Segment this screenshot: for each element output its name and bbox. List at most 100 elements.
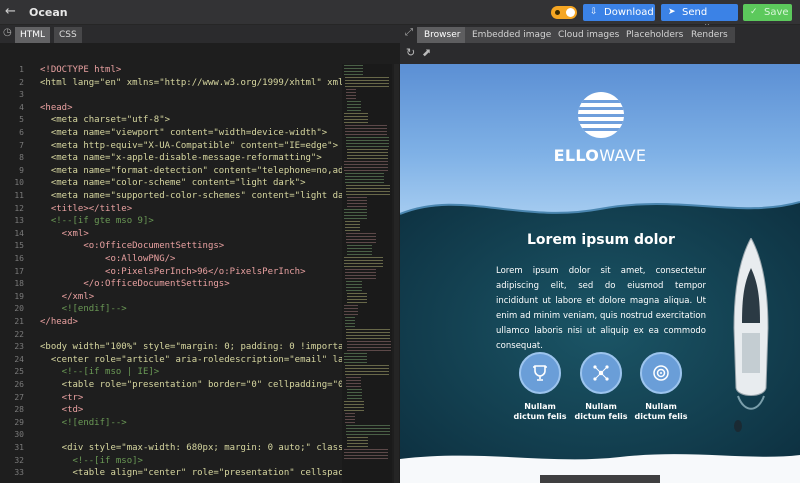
minimap-line: [347, 389, 362, 390]
line-number: 22: [14, 329, 24, 339]
minimap-line: [344, 71, 363, 72]
network-icon: [593, 365, 609, 381]
minimap-line: [345, 272, 376, 273]
minimap-line: [347, 296, 367, 297]
code-line: <table role="presentation" border="0" ce…: [40, 380, 366, 390]
minimap-line: [345, 275, 376, 276]
save-button[interactable]: ✓ Save: [743, 4, 792, 21]
code-line: <o:PixelsPerInch>96</o:PixelsPerInch>: [40, 266, 306, 277]
minimap-line: [347, 254, 372, 255]
code-line: </o:OfficeDocumentSettings>: [40, 279, 230, 290]
minimap-line: [347, 149, 389, 150]
tab-placeholders[interactable]: Placeholders: [619, 27, 691, 43]
tab-renders[interactable]: Renders: [684, 27, 735, 43]
minimap-line: [347, 104, 361, 105]
inspect-icon[interactable]: ⬈: [422, 46, 431, 59]
minimap-line: [346, 338, 390, 339]
minimap-line: [345, 374, 389, 375]
moon-icon: [555, 10, 560, 15]
tab-css[interactable]: CSS: [54, 27, 82, 43]
minimap-line: [345, 422, 355, 423]
back-arrow-icon[interactable]: ←: [5, 4, 16, 20]
minimap-line: [347, 152, 389, 153]
line-number: 6: [19, 128, 24, 137]
download-button[interactable]: ⇩ Download: [583, 4, 655, 21]
download-label: Download: [604, 7, 654, 18]
line-number: 2: [19, 77, 24, 87]
minimap-line: [347, 248, 372, 249]
minimap-line: [347, 293, 367, 294]
minimap-line: [347, 440, 369, 441]
line-number-gutter: 1 2 3 4 5 6 7 8 9 10 11 12 13 14 15 16 17 18 19 20 21 22 23 24 2…: [0, 64, 30, 483]
minimap-line: [347, 251, 372, 252]
line-number: 30: [14, 430, 24, 440]
minimap-line: [346, 191, 390, 192]
minimap-line: [347, 347, 391, 348]
code-line: <meta name="format-detection" content="t…: [40, 165, 371, 176]
minimap-line: [344, 308, 359, 309]
minimap-line: [344, 353, 368, 354]
minimap-line: [345, 416, 355, 417]
tab-cloud-images[interactable]: Cloud images: [551, 27, 627, 43]
minimap-line: [346, 95, 356, 96]
minimap-line: [344, 212, 367, 213]
brand-light: WAVE: [599, 146, 647, 165]
line-number: 7: [19, 140, 24, 150]
minimap-line: [346, 236, 377, 237]
minimap-line: [344, 362, 368, 363]
minimap-line: [346, 428, 390, 429]
line-number: 29: [14, 417, 24, 427]
minimap-line: [347, 197, 368, 198]
dark-mode-toggle[interactable]: [551, 6, 577, 19]
minimap-line: [347, 344, 391, 345]
minimap-line: [344, 452, 388, 453]
tab-browser[interactable]: Browser: [417, 27, 468, 43]
minimap-line: [345, 128, 387, 129]
code-minimap[interactable]: [342, 64, 392, 483]
minimap-line: [345, 83, 389, 84]
minimap-line: [346, 287, 362, 288]
minimap-line: [344, 164, 388, 165]
minimap-line: [344, 113, 369, 114]
code-line: <head>: [40, 102, 73, 113]
minimap-line: [344, 410, 364, 411]
line-number: 27: [14, 392, 24, 402]
minimap-line: [345, 176, 385, 177]
minimap-line: [346, 386, 361, 387]
minimap-line: [344, 74, 363, 75]
tab-html[interactable]: HTML: [15, 27, 51, 43]
minimap-line: [344, 458, 388, 459]
trophy-icon: [533, 365, 547, 381]
tab-embedded-images[interactable]: Embedded images: [465, 27, 563, 43]
expand-icon[interactable]: ⤢: [405, 27, 413, 38]
minimap-line: [344, 167, 388, 168]
line-number: 1: [19, 65, 24, 74]
minimap-line: [344, 119, 369, 120]
refresh-icon[interactable]: ↻: [406, 46, 415, 59]
download-icon: ⇩: [590, 7, 598, 17]
code-line: <!--[if mso | IE]>: [40, 367, 160, 378]
line-number: 31: [14, 443, 24, 452]
line-number: 4: [19, 102, 24, 112]
code-line: <o:AllowPNG/>: [40, 254, 176, 264]
minimap-line: [344, 359, 368, 360]
send-email-button[interactable]: ➤Send Email: [661, 4, 738, 35]
line-number: 26: [14, 380, 24, 389]
minimap-line: [346, 233, 377, 234]
history-icon[interactable]: ◷: [3, 27, 12, 38]
minimap-line: [346, 383, 361, 384]
editor-scrollbar[interactable]: [394, 64, 399, 483]
code-editor[interactable]: 1 2 3 4 5 6 7 8 9 10 11 12 13 14 15 16 17 18 19 20 21 22 23 24 2…: [0, 64, 400, 483]
minimap-line: [345, 182, 385, 183]
editor-tab-bar: ◷ HTML CSS: [0, 25, 400, 43]
minimap-line: [345, 278, 376, 279]
code-line: <meta name="viewport" content="width=dev…: [40, 128, 328, 138]
minimap-line: [344, 209, 367, 210]
minimap-line: [345, 125, 387, 126]
line-number: 21: [14, 317, 24, 326]
minimap-line: [344, 218, 367, 219]
code-line: <body width="100%" style="margin: 0; pad…: [40, 342, 360, 353]
minimap-line: [346, 284, 362, 285]
minimap-line: [347, 437, 369, 438]
minimap-line: [344, 356, 368, 357]
